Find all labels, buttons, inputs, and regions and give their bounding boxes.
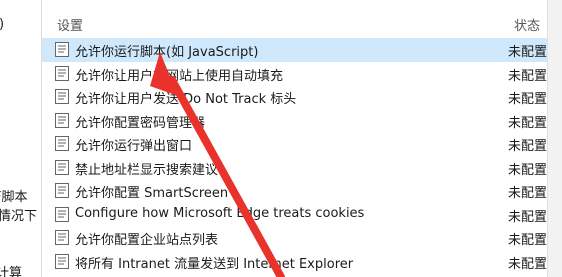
policy-setting-icon [54, 135, 71, 152]
policy-row-popups[interactable]: 允许你运行弹出窗口 未配置 [42, 132, 562, 156]
left-pane-text-4: 计算 [0, 266, 23, 277]
left-pane-text-2: F脚本 [0, 190, 28, 205]
policy-row-cookies[interactable]: Configure how Microsoft Edge treats cook… [42, 203, 562, 227]
policy-state: 未配置 [508, 115, 548, 131]
left-pane-text-1: ) [0, 17, 4, 32]
policy-row-search-suggestions[interactable]: 禁止地址栏显示搜索建议 未配置 [42, 156, 562, 180]
policy-state: 未配置 [508, 45, 548, 60]
policy-name: 允许你让用户发送 Do Not Track 标头 [75, 92, 297, 107]
policy-setting-icon [54, 229, 71, 246]
policy-name: 允许你配置 SmartScreen [75, 186, 229, 201]
policy-state: 未配置 [508, 186, 548, 201]
policy-name: 允许你运行弹出窗口 [75, 139, 193, 154]
policy-name: 允许你让用户在网站上使用自动填充 [75, 68, 284, 84]
policy-name: 允许你配置密码管理器 [75, 115, 206, 131]
list-header: 设置 状态 [42, 0, 562, 38]
policy-row-password-manager[interactable]: 允许你配置密码管理器 未配置 [42, 109, 562, 133]
policy-state: 未配置 [508, 233, 548, 248]
policy-state: 未配置 [508, 139, 548, 154]
policy-setting-icon [54, 206, 71, 223]
policy-setting-icon [54, 112, 71, 129]
policy-setting-icon [54, 159, 71, 176]
policy-row-do-not-track[interactable]: 允许你让用户发送 Do Not Track 标头 未配置 [42, 85, 562, 109]
policy-row-enterprise-sites[interactable]: 允许你配置企业站点列表 未配置 [42, 226, 562, 250]
vertical-scrollbar[interactable] [547, 0, 562, 277]
policy-name: 允许你配置企业站点列表 [75, 233, 219, 248]
policy-setting-icon [54, 182, 71, 199]
left-pane-text-3: 情况下 [0, 209, 38, 224]
policy-name: 允许你运行脚本(如 JavaScript) [75, 45, 259, 60]
policy-setting-icon [54, 41, 71, 58]
status-column-header[interactable]: 状态 [514, 15, 540, 34]
policy-setting-icon [54, 65, 71, 82]
policy-row-intranet-traffic[interactable]: 将所有 Intranet 流量发送到 Internet Explorer 未配置 [42, 250, 562, 274]
policy-state: 未配置 [508, 92, 548, 107]
policy-state: 未配置 [508, 256, 548, 272]
policy-name: 禁止地址栏显示搜索建议 [75, 162, 219, 178]
policy-state: 未配置 [508, 209, 548, 225]
policy-row-autofill[interactable]: 允许你让用户在网站上使用自动填充 未配置 [42, 62, 562, 86]
policy-state: 未配置 [508, 68, 548, 84]
left-description-pane: ) F脚本 情况下 计算 [0, 0, 41, 277]
policy-name: 将所有 Intranet 流量发送到 Internet Explorer [75, 256, 354, 272]
setting-column-header[interactable]: 设置 [57, 15, 83, 34]
policy-state: 未配置 [508, 162, 548, 178]
policy-name: Configure how Microsoft Edge treats cook… [75, 205, 365, 221]
policy-list: 允许你运行脚本(如 JavaScript) 未配置 允许你让用户在网站上使用自动… [42, 38, 562, 273]
policy-row-smartscreen[interactable]: 允许你配置 SmartScreen 未配置 [42, 179, 562, 203]
policy-setting-icon [54, 88, 71, 105]
policy-row-run-scripts[interactable]: 允许你运行脚本(如 JavaScript) 未配置 [42, 38, 562, 62]
policy-setting-icon [54, 253, 71, 270]
group-policy-window: ) F脚本 情况下 计算 设置 状态 允许你运行脚本(如 JavaScript)… [0, 0, 562, 277]
